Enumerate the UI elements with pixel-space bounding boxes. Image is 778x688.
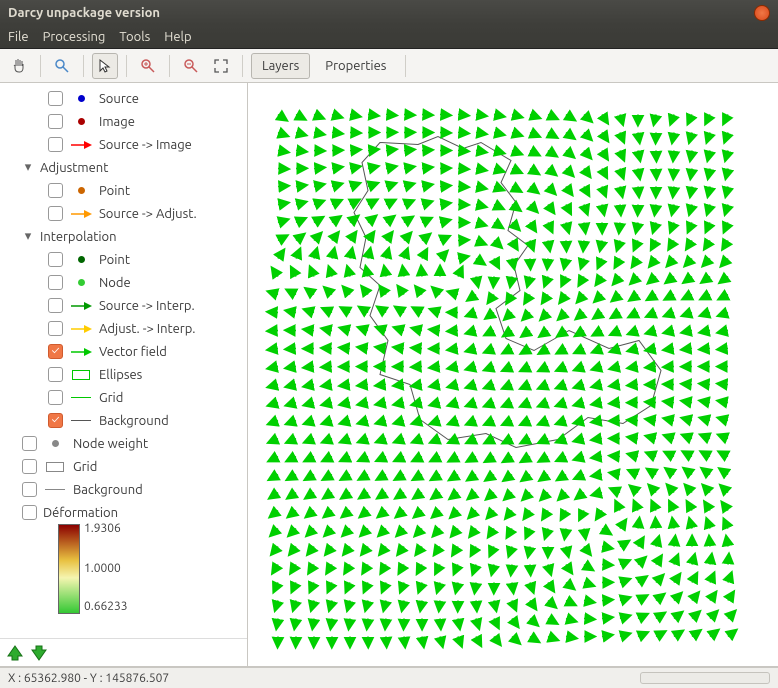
zoom-in-tool[interactable] [135, 53, 161, 79]
pan-tool[interactable] [6, 53, 32, 79]
checkbox[interactable] [48, 367, 63, 382]
layer-vector-field[interactable]: Vector field [99, 345, 167, 359]
rect-icon [46, 462, 64, 472]
zoom-out-tool[interactable] [178, 53, 204, 79]
layer-int-adjust[interactable]: Adjust. -> Interp. [99, 322, 195, 336]
checkbox[interactable] [48, 137, 63, 152]
properties-button[interactable]: Properties [314, 53, 397, 79]
arrow-icon [70, 209, 92, 219]
arrow-icon [70, 347, 92, 357]
checkbox[interactable] [22, 436, 37, 451]
checkbox[interactable] [48, 91, 63, 106]
checkbox[interactable] [48, 390, 63, 405]
layer-deformation[interactable]: Déformation [43, 506, 118, 520]
dot-icon [78, 279, 85, 286]
checkbox[interactable] [48, 321, 63, 336]
statusbar: X : 65362.980 - Y : 145876.507 [0, 667, 778, 688]
gradient-legend [58, 524, 80, 614]
menu-tools[interactable]: Tools [119, 30, 150, 44]
sidebar: Source Image Source -> Image ▾ Adjustment… [0, 83, 248, 666]
line-icon [45, 489, 65, 490]
layer-source[interactable]: Source [99, 92, 139, 106]
dot-icon [78, 95, 85, 102]
layer-tree[interactable]: Source Image Source -> Image ▾ Adjustment… [0, 83, 247, 638]
canvas[interactable] [248, 83, 778, 666]
layer-int-grid[interactable]: Grid [99, 391, 123, 405]
progress-bar [640, 672, 770, 684]
arrow-icon [70, 324, 92, 334]
checkbox[interactable] [22, 505, 37, 520]
checkbox[interactable] [48, 252, 63, 267]
menubar: File Processing Tools Help [0, 25, 778, 49]
titlebar: Darcy unpackage version [0, 0, 778, 25]
coords-label: X : 65362.980 - Y : 145876.507 [8, 672, 169, 685]
menu-file[interactable]: File [8, 30, 29, 44]
checkbox[interactable] [22, 459, 37, 474]
arrow-icon [70, 140, 92, 150]
layer-int-node[interactable]: Node [99, 276, 131, 290]
checkbox[interactable] [48, 413, 63, 428]
dot-icon [78, 118, 85, 125]
layer-background[interactable]: Background [73, 483, 143, 497]
layer-ellipses[interactable]: Ellipses [99, 368, 142, 382]
move-down-button[interactable] [30, 644, 48, 662]
layer-int-point[interactable]: Point [99, 253, 130, 267]
layers-button[interactable]: Layers [251, 53, 310, 79]
close-icon[interactable] [754, 5, 770, 21]
layer-node-weight[interactable]: Node weight [73, 437, 148, 451]
fit-tool[interactable] [208, 53, 234, 79]
rect-icon [72, 370, 90, 380]
layer-adj-point[interactable]: Point [99, 184, 130, 198]
caret-down-icon[interactable]: ▾ [22, 160, 34, 175]
line-icon [71, 420, 91, 421]
dot-icon [78, 256, 85, 263]
dot-icon [52, 440, 59, 447]
checkbox[interactable] [22, 482, 37, 497]
pointer-tool[interactable] [92, 53, 118, 79]
checkbox[interactable] [48, 275, 63, 290]
checkbox[interactable] [48, 114, 63, 129]
dot-icon [78, 187, 85, 194]
toolbar: Layers Properties [0, 49, 778, 83]
move-up-button[interactable] [6, 644, 24, 662]
arrow-icon [70, 301, 92, 311]
zoom-tool[interactable] [49, 53, 75, 79]
menu-help[interactable]: Help [164, 30, 191, 44]
group-interpolation[interactable]: Interpolation [40, 230, 117, 244]
layer-int-background[interactable]: Background [99, 414, 169, 428]
caret-down-icon[interactable]: ▾ [22, 229, 34, 244]
layer-grid[interactable]: Grid [73, 460, 97, 474]
gradient-labels: 1.9306 1.0000 0.66233 [84, 524, 245, 614]
window-title: Darcy unpackage version [8, 6, 160, 20]
checkbox[interactable] [48, 298, 63, 313]
layer-int-source[interactable]: Source -> Interp. [99, 299, 195, 313]
layer-image[interactable]: Image [99, 115, 135, 129]
layer-adj-source[interactable]: Source -> Adjust. [99, 207, 197, 221]
menu-processing[interactable]: Processing [43, 30, 106, 44]
checkbox[interactable] [48, 206, 63, 221]
vector-field-view [248, 83, 778, 666]
checkbox[interactable] [48, 344, 63, 359]
group-adjustment[interactable]: Adjustment [40, 161, 108, 175]
layer-source-image[interactable]: Source -> Image [99, 138, 192, 152]
line-icon [71, 397, 91, 398]
checkbox[interactable] [48, 183, 63, 198]
